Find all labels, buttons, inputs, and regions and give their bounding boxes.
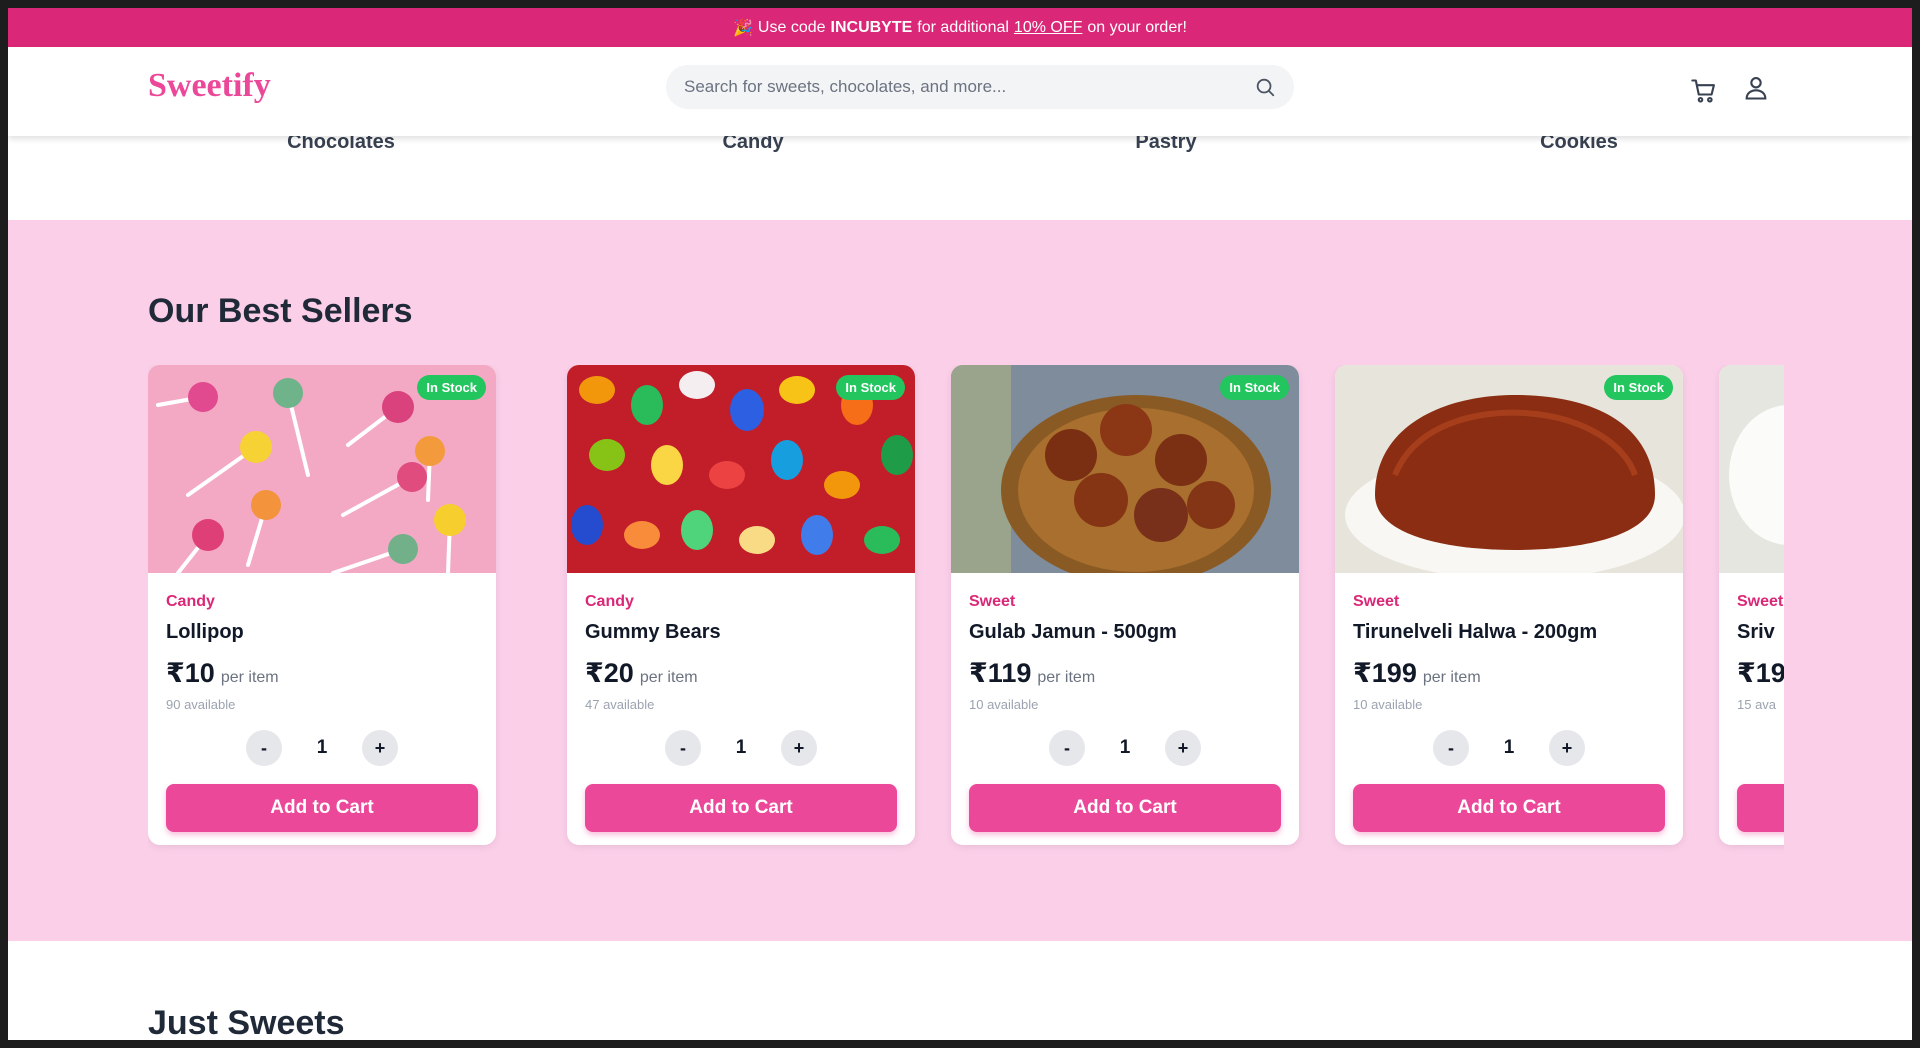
product-card[interactable]: In Stock Candy Gummy Bears ₹20 per item … [567,365,915,845]
product-name[interactable]: Gulab Jamun - 500gm [969,621,1281,644]
quantity-value: 1 [316,737,328,758]
increase-button[interactable]: + [781,730,817,766]
price-unit: per item [639,669,698,686]
promo-code: INCUBYTE [830,18,913,36]
product-image-gulab-jamun: In Stock [951,365,1299,573]
logo[interactable]: Sweetify [148,67,271,105]
quantity-stepper: - 1 + [166,730,478,766]
promo-text-after: on your order! [1087,18,1187,36]
product-carousel[interactable]: In Stock Candy Lollipop ₹10 per item 90 … [148,365,1784,855]
category-strip: Chocolates Candy Pastry Cookies [8,128,1912,220]
availability: 90 available [166,697,236,712]
search-bar [666,65,1294,109]
quantity-value: 1 [1503,737,1515,758]
product-category: Sweet [1737,593,1784,610]
quantity-stepper [1737,730,1784,766]
product-category: Candy [166,593,215,610]
add-to-cart-button[interactable]: Add to Cart [585,784,897,832]
increase-button[interactable]: + [1549,730,1585,766]
availability: 15 ava [1737,697,1777,712]
stock-badge: In Stock [1604,375,1673,400]
product-card[interactable]: In Stock Sweet Gulab Jamun - 500gm ₹119 … [951,365,1299,845]
user-icon[interactable] [1742,74,1770,102]
price-unit: per item [1037,669,1096,686]
promo-discount: 10% OFF [1013,18,1083,36]
section-title: Our Best Sellers [148,292,413,330]
site-header: Sweetify [8,47,1912,136]
product-image-srivilliputhur [1719,365,1784,573]
availability: 10 available [1353,697,1423,712]
decrease-button[interactable]: - [246,730,282,766]
product-category: Candy [585,593,634,610]
just-sweets-title: Just Sweets [148,1004,345,1040]
decrease-button[interactable]: - [1433,730,1469,766]
product-category: Sweet [1353,593,1400,610]
best-sellers-section: Our Best Sellers In Stock Candy Lollipop… [8,220,1912,941]
product-image-lollipop: In Stock [148,365,496,573]
promo-text-before: Use code [757,18,826,36]
quantity-stepper: - 1 + [1353,730,1665,766]
search-input[interactable] [684,77,1254,97]
product-price: ₹10 [166,658,215,688]
party-emoji: 🎉 [733,19,753,37]
cart-icon[interactable] [1690,77,1718,105]
product-image-gummy-bears: In Stock [567,365,915,573]
product-price: ₹19 [1737,658,1784,688]
stock-badge: In Stock [1220,375,1289,400]
increase-button[interactable]: + [362,730,398,766]
product-price: ₹199 [1353,658,1417,688]
quantity-value: 1 [1119,737,1131,758]
stock-badge: In Stock [836,375,905,400]
add-to-cart-button[interactable]: Add to Cart [969,784,1281,832]
page-frame: 🎉 Use code INCUBYTE for additional 10% O… [8,8,1912,1040]
decrease-button[interactable]: - [665,730,701,766]
product-name[interactable]: Gummy Bears [585,621,897,644]
add-to-cart-button[interactable]: Add to Cart [1353,784,1665,832]
product-category: Sweet [969,593,1016,610]
product-name[interactable]: Sriv [1737,621,1784,644]
product-name[interactable]: Tirunelveli Halwa - 200gm [1353,621,1665,644]
product-card[interactable]: In Stock Sweet Tirunelveli Halwa - 200gm… [1335,365,1683,845]
promo-banner: 🎉 Use code INCUBYTE for additional 10% O… [8,8,1912,47]
decrease-button[interactable]: - [1049,730,1085,766]
product-card[interactable]: In Stock Candy Lollipop ₹10 per item 90 … [148,365,496,845]
quantity-stepper: - 1 + [969,730,1281,766]
product-image-tirunelveli-halwa: In Stock [1335,365,1683,573]
add-to-cart-button[interactable] [1737,784,1784,832]
increase-button[interactable]: + [1165,730,1201,766]
search-icon[interactable] [1254,76,1276,98]
add-to-cart-button[interactable]: Add to Cart [166,784,478,832]
price-unit: per item [1422,669,1481,686]
quantity-stepper: - 1 + [585,730,897,766]
product-price: ₹20 [585,658,634,688]
stock-badge: In Stock [417,375,486,400]
product-card[interactable]: Sweet Sriv ₹19 15 ava [1719,365,1784,845]
quantity-value: 1 [735,737,747,758]
availability: 10 available [969,697,1039,712]
availability: 47 available [585,697,655,712]
product-price: ₹119 [969,658,1032,688]
product-name[interactable]: Lollipop [166,621,478,644]
promo-text-mid: for additional [917,18,1009,36]
price-unit: per item [220,669,279,686]
